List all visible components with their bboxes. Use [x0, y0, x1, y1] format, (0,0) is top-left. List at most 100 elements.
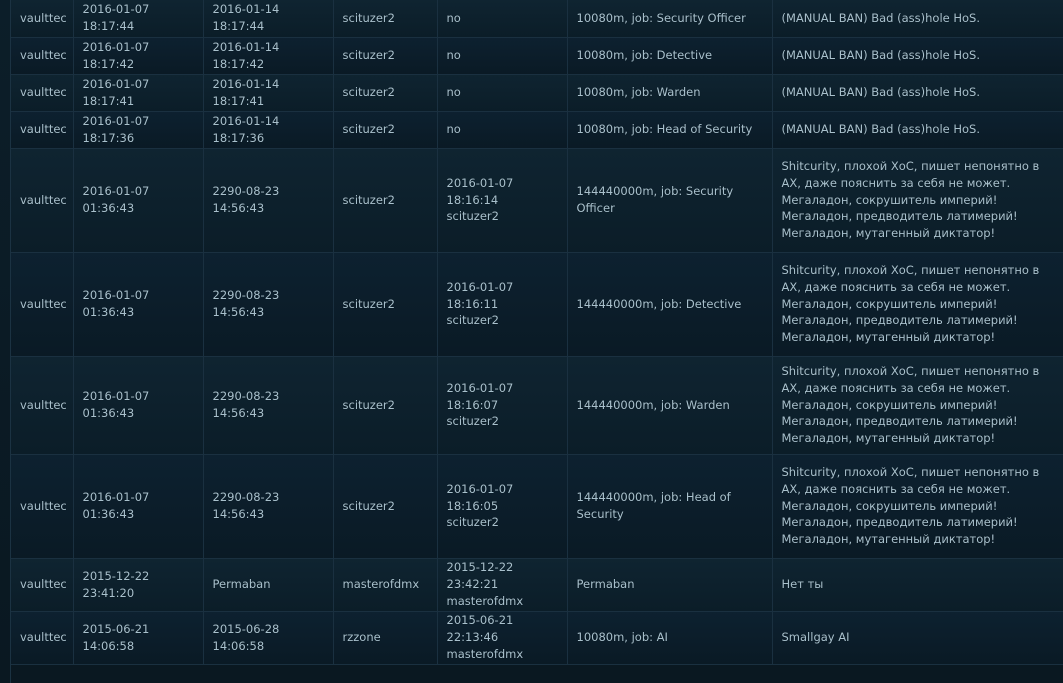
admin-cell: vaulttec [11, 148, 74, 253]
banned-ckey: masterofdmx [342, 577, 420, 592]
banned-ckey: scituzer2 [342, 85, 395, 100]
banned-ckey: scituzer2 [342, 498, 395, 513]
expires-time: 2290-08-23 14:56:43 [212, 184, 280, 215]
ban-time-cell: 2015-12-22 23:41:20 [73, 558, 204, 612]
reason-cell: Нет ты [772, 558, 1063, 612]
duration-job-cell: 10080m, job: Security Officer [567, 0, 773, 38]
ban-time-cell: 2016-01-07 18:17:42 [73, 37, 204, 75]
reason-cell: Shitcurity, плохой ХоС, пишет непонятно … [772, 356, 1063, 455]
banned-ckey: scituzer2 [342, 397, 395, 412]
expires-time: 2015-06-28 14:06:58 [212, 621, 280, 653]
ban-time-cell: 2016-01-07 01:36:43 [73, 356, 204, 455]
ban-table: vaulttec 2016-01-07 18:17:44 2016-01-14 … [11, 0, 1063, 665]
expires-cell: 2290-08-23 14:56:43 [203, 356, 334, 455]
admin-name: vaulttec [20, 85, 67, 100]
admin-name: vaulttec [20, 48, 67, 63]
table-row: vaulttec 2016-01-07 18:17:41 2016-01-14 … [11, 74, 1063, 112]
ban-reason: Shitcurity, плохой ХоС, пишет непонятно … [781, 364, 1040, 446]
ban-time: 2015-12-22 23:41:20 [82, 568, 150, 600]
unbanned-by: scituzer2 [446, 209, 499, 224]
table-row: vaulttec 2016-01-07 01:36:43 2290-08-23 … [11, 454, 1063, 559]
ban-time-cell: 2015-06-21 14:06:58 [73, 611, 204, 665]
ban-reason: (MANUAL BAN) Bad (ass)hole HoS. [781, 122, 981, 137]
unban-cell: 2015-12-22 23:42:21 masterofdmx [437, 558, 568, 612]
duration-job: Permaban [576, 577, 635, 592]
ban-table-container: vaulttec 2016-01-07 18:17:44 2016-01-14 … [10, 0, 1063, 683]
admin-name: vaulttec [20, 122, 67, 137]
ban-reason: (MANUAL BAN) Bad (ass)hole HoS. [781, 85, 981, 100]
duration-job: 10080m, job: AI [576, 630, 668, 645]
ban-time: 2016-01-07 01:36:43 [82, 288, 150, 319]
duration-job-cell: 144440000m, job: Security Officer [567, 148, 773, 253]
expires-time: 2290-08-23 14:56:43 [212, 490, 280, 521]
banned-ckey: scituzer2 [342, 192, 395, 207]
admin-name: vaulttec [20, 498, 67, 513]
banned-ckey: scituzer2 [342, 122, 395, 137]
table-row: vaulttec 2016-01-07 01:36:43 2290-08-23 … [11, 252, 1063, 357]
ban-reason: (MANUAL BAN) Bad (ass)hole HoS. [781, 10, 981, 25]
table-row: vaulttec 2016-01-07 18:17:36 2016-01-14 … [11, 111, 1063, 149]
ban-reason: Shitcurity, плохой ХоС, пишет непонятно … [781, 465, 1040, 547]
duration-job: 10080m, job: Warden [576, 85, 701, 100]
banned-ckey: rzzone [342, 630, 381, 645]
admin-name: vaulttec [20, 577, 67, 592]
ban-reason: (MANUAL BAN) Bad (ass)hole HoS. [781, 48, 981, 63]
admin-cell: vaulttec [11, 111, 74, 149]
ban-time: 2016-01-07 18:17:42 [82, 39, 150, 71]
unban-cell: 2015-06-21 22:13:46 masterofdmx [437, 611, 568, 665]
expires-time: 2016-01-14 18:17:36 [212, 113, 280, 145]
ban-reason: Нет ты [781, 577, 824, 592]
duration-job-cell: 144440000m, job: Head of Security [567, 454, 773, 559]
duration-job: 10080m, job: Security Officer [576, 10, 746, 25]
duration-job-cell: Permaban [567, 558, 773, 612]
ckey-cell: scituzer2 [333, 74, 438, 112]
unbanned-by: scituzer2 [446, 313, 499, 328]
expires-cell: 2016-01-14 18:17:42 [203, 37, 334, 75]
admin-cell: vaulttec [11, 611, 74, 665]
unban-cell: 2016-01-07 18:16:07 scituzer2 [437, 356, 568, 455]
banned-ckey: scituzer2 [342, 48, 395, 63]
unban-time: no [446, 10, 461, 25]
ban-time-cell: 2016-01-07 18:17:44 [73, 0, 204, 38]
unban-time: 2016-01-07 18:16:07 [446, 380, 514, 412]
banned-ckey: scituzer2 [342, 10, 395, 25]
expires-time: 2290-08-23 14:56:43 [212, 288, 280, 319]
duration-job-cell: 144440000m, job: Detective [567, 252, 773, 357]
unban-time: no [446, 122, 461, 137]
duration-job: 144440000m, job: Head of Security [576, 490, 731, 521]
admin-name: vaulttec [20, 10, 67, 25]
duration-job-cell: 10080m, job: Detective [567, 37, 773, 75]
ban-reason: Shitcurity, плохой ХоС, пишет непонятно … [781, 159, 1040, 241]
ckey-cell: scituzer2 [333, 0, 438, 38]
unban-cell: 2016-01-07 18:16:14 scituzer2 [437, 148, 568, 253]
admin-cell: vaulttec [11, 37, 74, 75]
admin-name: vaulttec [20, 296, 67, 311]
unban-time: 2016-01-07 18:16:05 [446, 481, 514, 513]
admin-cell: vaulttec [11, 0, 74, 38]
ban-time: 2016-01-07 18:17:44 [82, 2, 150, 34]
unbanned-by: masterofdmx [446, 593, 524, 608]
duration-job-cell: 144440000m, job: Warden [567, 356, 773, 455]
ckey-cell: scituzer2 [333, 148, 438, 253]
unban-cell: 2016-01-07 18:16:05 scituzer2 [437, 454, 568, 559]
expires-cell: 2016-01-14 18:17:36 [203, 111, 334, 149]
ban-time: 2015-06-21 14:06:58 [82, 621, 150, 653]
unban-time: 2016-01-07 18:16:14 [446, 175, 514, 207]
expires-cell: Permaban [203, 558, 334, 612]
unbanned-by: scituzer2 [446, 414, 499, 429]
expires-time: 2016-01-14 18:17:41 [212, 76, 280, 108]
duration-job: 144440000m, job: Detective [576, 296, 742, 311]
unban-cell: no [437, 74, 568, 112]
expires-cell: 2290-08-23 14:56:43 [203, 148, 334, 253]
admin-cell: vaulttec [11, 558, 74, 612]
ban-time-cell: 2016-01-07 18:17:41 [73, 74, 204, 112]
unbanned-by: masterofdmx [446, 646, 524, 661]
expires-time: Permaban [212, 577, 271, 592]
expires-cell: 2015-06-28 14:06:58 [203, 611, 334, 665]
ckey-cell: scituzer2 [333, 252, 438, 357]
duration-job: 144440000m, job: Security Officer [576, 184, 734, 215]
unban-cell: no [437, 111, 568, 149]
expires-time: 2290-08-23 14:56:43 [212, 389, 280, 420]
ban-time-cell: 2016-01-07 18:17:36 [73, 111, 204, 149]
ban-time-cell: 2016-01-07 01:36:43 [73, 454, 204, 559]
